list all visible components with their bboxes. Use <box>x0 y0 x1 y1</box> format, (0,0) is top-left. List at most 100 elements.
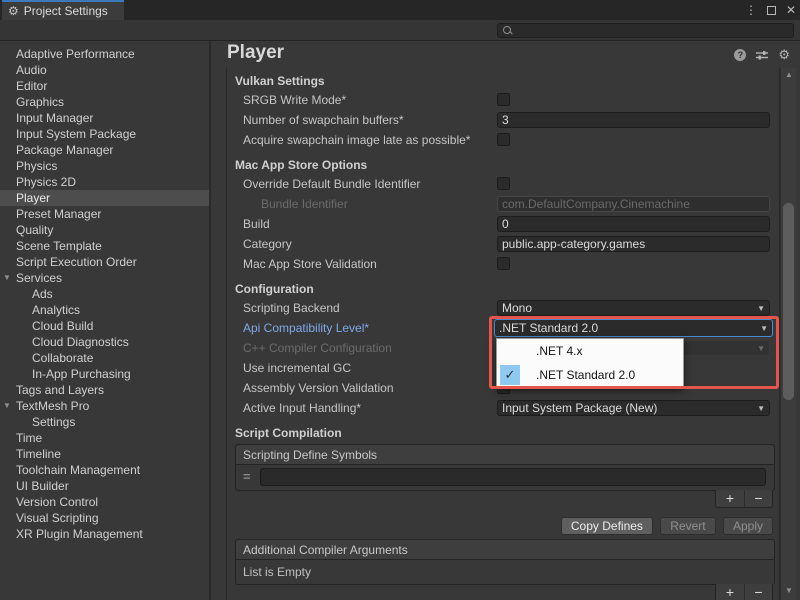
drag-handle-icon[interactable]: = <box>243 469 251 484</box>
project-settings-window: ⚙ Project Settings ⋮ ✕ Adaptive Performa… <box>0 0 800 600</box>
sidebar-item-in-app-purchasing[interactable]: In-App Purchasing <box>0 366 209 382</box>
popup-item-net-standard-2-0[interactable]: ✓.NET Standard 2.0 <box>497 363 683 387</box>
tab-project-settings[interactable]: ⚙ Project Settings <box>2 0 124 20</box>
sidebar-item-player[interactable]: Player <box>0 190 209 206</box>
popup-item-label: .NET 4.x <box>536 339 582 363</box>
sidebar-item-toolchain-management[interactable]: Toolchain Management <box>0 462 209 478</box>
sidebar-item-preset-manager[interactable]: Preset Manager <box>0 206 209 222</box>
sidebar-item-physics[interactable]: Physics <box>0 158 209 174</box>
settings-scroll-area: Vulkan SettingsSRGB Write Mode*Number of… <box>226 68 780 600</box>
define-symbol-input[interactable] <box>260 468 766 486</box>
sidebar-item-label: Settings <box>32 415 75 429</box>
kebab-menu-icon[interactable]: ⋮ <box>745 3 757 17</box>
text-bundle-identifier[interactable]: com.DefaultCompany.Cinemachine <box>497 196 770 212</box>
sidebar-item-tags-and-layers[interactable]: Tags and Layers <box>0 382 209 398</box>
sidebar-item-label: Adaptive Performance <box>16 47 135 61</box>
sidebar-item-label: Audio <box>16 63 47 77</box>
checkbox-srgb-write-mode[interactable] <box>497 93 510 106</box>
sidebar-item-label: Analytics <box>32 303 80 317</box>
close-icon[interactable]: ✕ <box>786 3 796 17</box>
toolbar <box>0 20 800 41</box>
sidebar-item-settings[interactable]: Settings <box>0 414 209 430</box>
foldout-icon[interactable]: ▼ <box>3 398 11 414</box>
sidebar-item-ui-builder[interactable]: UI Builder <box>0 478 209 494</box>
sidebar-item-textmesh-pro[interactable]: ▼TextMesh Pro <box>0 398 209 414</box>
checkbox-acquire-swapchain-image-late-as-possible[interactable] <box>497 133 510 146</box>
sidebar-item-quality[interactable]: Quality <box>0 222 209 238</box>
player-settings-panel: Player ? ⚙ Vulkan Se <box>211 41 798 600</box>
sidebar-item-analytics[interactable]: Analytics <box>0 302 209 318</box>
sidebar-item-physics-2d[interactable]: Physics 2D <box>0 174 209 190</box>
label-override-default-bundle-identifier: Override Default Bundle Identifier <box>227 174 420 194</box>
text-number-of-swapchain-buffers[interactable]: 3 <box>497 112 770 128</box>
sidebar-item-time[interactable]: Time <box>0 430 209 446</box>
additional-compiler-arguments-header: Additional Compiler Arguments <box>236 540 774 560</box>
label-c-compiler-configuration: C++ Compiler Configuration <box>227 338 392 358</box>
sidebar-item-ads[interactable]: Ads <box>0 286 209 302</box>
sidebar-item-adaptive-performance[interactable]: Adaptive Performance <box>0 46 209 62</box>
label-number-of-swapchain-buffers: Number of swapchain buffers* <box>227 110 404 130</box>
apply-button[interactable]: Apply <box>723 517 773 535</box>
sidebar-item-label: Physics <box>16 159 57 173</box>
scroll-down-icon[interactable]: ▼ <box>781 584 797 598</box>
remove-define-button[interactable]: − <box>744 490 772 507</box>
gear-icon: ⚙ <box>8 5 19 17</box>
panel-header: Player ? ⚙ <box>211 41 798 68</box>
sidebar-item-visual-scripting[interactable]: Visual Scripting <box>0 510 209 526</box>
sidebar-item-services[interactable]: ▼Services <box>0 270 209 286</box>
sidebar-item-input-manager[interactable]: Input Manager <box>0 110 209 126</box>
sidebar-item-collaborate[interactable]: Collaborate <box>0 350 209 366</box>
search-input[interactable] <box>516 25 776 37</box>
sidebar-item-cloud-diagnostics[interactable]: Cloud Diagnostics <box>0 334 209 350</box>
sidebar-item-graphics[interactable]: Graphics <box>0 94 209 110</box>
sidebar-item-label: Tags and Layers <box>16 383 104 397</box>
sidebar-item-label: Ads <box>32 287 53 301</box>
compiler-args-footer: + − <box>227 585 779 600</box>
dropdown-scripting-backend[interactable]: Mono▼ <box>497 300 770 316</box>
dropdown-api-compatibility-level[interactable]: .NET Standard 2.0▼ <box>494 319 773 337</box>
settings-category-list: Adaptive PerformanceAudioEditorGraphicsI… <box>0 41 211 600</box>
revert-button[interactable]: Revert <box>660 517 715 535</box>
search-box[interactable] <box>497 23 794 38</box>
additional-compiler-arguments-box: Additional Compiler Arguments List is Em… <box>235 539 775 585</box>
help-icon[interactable]: ? <box>734 49 746 61</box>
sidebar-item-label: Collaborate <box>32 351 93 365</box>
maximize-icon[interactable] <box>767 6 776 15</box>
popup-item-net-4-x[interactable]: .NET 4.x <box>497 339 683 363</box>
checkmark-icon: ✓ <box>500 365 520 385</box>
vertical-scrollbar[interactable]: ▲ ▼ <box>780 68 796 600</box>
scripting-define-symbols-header: Scripting Define Symbols <box>236 445 774 465</box>
sidebar-item-input-system-package[interactable]: Input System Package <box>0 126 209 142</box>
page-title: Player <box>227 42 284 64</box>
scrollbar-thumb[interactable] <box>783 203 794 400</box>
dropdown-active-input-handling[interactable]: Input System Package (New)▼ <box>497 400 770 416</box>
add-argument-button[interactable]: + <box>716 584 744 600</box>
sidebar-item-script-execution-order[interactable]: Script Execution Order <box>0 254 209 270</box>
sidebar-item-audio[interactable]: Audio <box>0 62 209 78</box>
sidebar-item-package-manager[interactable]: Package Manager <box>0 142 209 158</box>
dropdown-arrow-icon: ▼ <box>760 324 768 333</box>
preset-icon[interactable] <box>755 49 769 61</box>
sidebar-item-label: Toolchain Management <box>16 463 140 477</box>
sidebar-item-version-control[interactable]: Version Control <box>0 494 209 510</box>
dropdown-arrow-icon: ▼ <box>757 344 765 353</box>
copy-defines-button[interactable]: Copy Defines <box>561 517 653 535</box>
gear-icon[interactable]: ⚙ <box>778 48 790 61</box>
label-bundle-identifier: Bundle Identifier <box>227 194 348 214</box>
checkbox-mac-app-store-validation[interactable] <box>497 257 510 270</box>
add-define-button[interactable]: + <box>716 490 744 507</box>
sidebar-item-label: Input System Package <box>16 127 136 141</box>
sidebar-item-timeline[interactable]: Timeline <box>0 446 209 462</box>
sidebar-item-editor[interactable]: Editor <box>0 78 209 94</box>
text-category[interactable]: public.app-category.games <box>497 236 770 252</box>
sidebar-item-scene-template[interactable]: Scene Template <box>0 238 209 254</box>
sidebar-item-cloud-build[interactable]: Cloud Build <box>0 318 209 334</box>
text-build[interactable]: 0 <box>497 216 770 232</box>
dropdown-value: Input System Package (New) <box>498 401 769 415</box>
scroll-up-icon[interactable]: ▲ <box>781 68 797 82</box>
remove-argument-button[interactable]: − <box>744 584 772 600</box>
foldout-icon[interactable]: ▼ <box>3 270 11 286</box>
sidebar-item-xr-plugin-management[interactable]: XR Plugin Management <box>0 526 209 542</box>
checkbox-override-default-bundle-identifier[interactable] <box>497 177 510 190</box>
section-vulkan-settings: Vulkan Settings <box>227 72 779 90</box>
